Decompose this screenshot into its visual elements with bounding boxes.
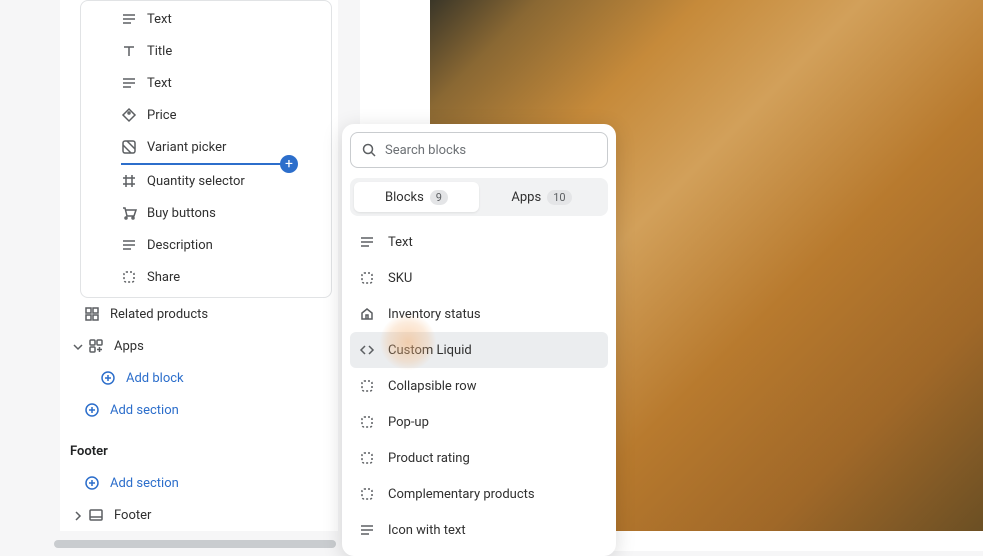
section-label: Apps bbox=[114, 339, 144, 354]
option-custom-liquid[interactable]: Custom Liquid bbox=[350, 332, 608, 368]
insert-plus-icon[interactable]: + bbox=[280, 155, 298, 173]
share-icon bbox=[121, 269, 137, 285]
block-buy-buttons[interactable]: Buy buttons bbox=[81, 197, 331, 229]
option-label: Pop-up bbox=[388, 415, 429, 430]
text-icon bbox=[358, 521, 376, 539]
block-picker-popover: Blocks 9 Apps 10 Text SKU Inventory stat… bbox=[342, 124, 616, 556]
code-icon bbox=[358, 341, 376, 359]
block-text-2[interactable]: Text bbox=[81, 67, 331, 99]
inventory-icon bbox=[358, 305, 376, 323]
option-label: Icon with text bbox=[388, 523, 466, 538]
block-label: Price bbox=[147, 108, 176, 123]
block-label: Title bbox=[147, 44, 172, 59]
block-label: Text bbox=[147, 12, 172, 27]
complementary-icon bbox=[358, 485, 376, 503]
option-label: Complementary products bbox=[388, 487, 535, 502]
option-collapsible-row[interactable]: Collapsible row bbox=[350, 368, 608, 404]
add-block-label: Add block bbox=[126, 371, 184, 386]
add-section-label: Add section bbox=[110, 476, 179, 491]
collapsible-icon bbox=[358, 377, 376, 395]
option-label: Collapsible row bbox=[388, 379, 476, 394]
text-icon bbox=[121, 237, 137, 253]
plus-circle-icon bbox=[84, 402, 100, 418]
option-complementary-products[interactable]: Complementary products bbox=[350, 476, 608, 512]
add-section-label: Add section bbox=[110, 403, 179, 418]
add-section-button[interactable]: Add section bbox=[60, 394, 338, 426]
section-related-products[interactable]: Related products bbox=[60, 298, 338, 330]
option-label: SKU bbox=[388, 271, 412, 286]
horizontal-scrollbar[interactable] bbox=[54, 540, 336, 548]
sku-icon bbox=[358, 269, 376, 287]
add-block-button[interactable]: Add block bbox=[60, 362, 338, 394]
section-apps[interactable]: Apps bbox=[60, 330, 338, 362]
tab-blocks[interactable]: Blocks 9 bbox=[354, 182, 479, 212]
title-icon bbox=[121, 43, 137, 59]
add-section-footer-button[interactable]: Add section bbox=[60, 467, 338, 499]
grid-icon bbox=[84, 306, 100, 322]
section-label: Related products bbox=[110, 307, 208, 322]
cart-icon bbox=[121, 205, 137, 221]
footer-heading: Footer bbox=[60, 426, 338, 467]
tab-label: Blocks bbox=[385, 190, 424, 205]
block-price[interactable]: Price bbox=[81, 99, 331, 131]
option-inventory-status[interactable]: Inventory status bbox=[350, 296, 608, 332]
option-label: Product rating bbox=[388, 451, 470, 466]
plus-circle-icon bbox=[84, 475, 100, 491]
option-label: Inventory status bbox=[388, 307, 481, 322]
block-label: Description bbox=[147, 238, 213, 253]
option-sku[interactable]: SKU bbox=[350, 260, 608, 296]
tab-label: Apps bbox=[511, 190, 541, 205]
rating-icon bbox=[358, 449, 376, 467]
search-input[interactable] bbox=[385, 143, 597, 158]
block-label: Buy buttons bbox=[147, 206, 216, 221]
block-label: Variant picker bbox=[147, 140, 226, 155]
plus-circle-icon bbox=[100, 370, 116, 386]
option-popup[interactable]: Pop-up bbox=[350, 404, 608, 440]
block-label: Text bbox=[147, 76, 172, 91]
apps-icon bbox=[88, 338, 104, 354]
block-label: Quantity selector bbox=[147, 174, 245, 189]
popup-icon bbox=[358, 413, 376, 431]
block-description[interactable]: Description bbox=[81, 229, 331, 261]
option-product-rating[interactable]: Product rating bbox=[350, 440, 608, 476]
text-icon bbox=[358, 233, 376, 251]
text-icon bbox=[121, 11, 137, 27]
price-icon bbox=[121, 107, 137, 123]
tab-count: 10 bbox=[547, 190, 571, 205]
text-icon bbox=[121, 75, 137, 91]
block-title[interactable]: Title bbox=[81, 35, 331, 67]
option-label: Text bbox=[388, 235, 413, 250]
variant-icon bbox=[121, 139, 137, 155]
footer-icon bbox=[88, 507, 104, 523]
chevron-right-icon bbox=[70, 508, 84, 522]
search-field[interactable] bbox=[350, 132, 608, 168]
product-info-group: Text Title Text Price Variant picker + Q… bbox=[80, 0, 332, 298]
sections-sidebar: Text Title Text Price Variant picker + Q… bbox=[60, 0, 338, 531]
option-label: Custom Liquid bbox=[388, 343, 472, 358]
insertion-indicator: + bbox=[121, 163, 289, 165]
option-icon-with-text[interactable]: Icon with text bbox=[350, 512, 608, 548]
block-text[interactable]: Text bbox=[81, 3, 331, 35]
option-text[interactable]: Text bbox=[350, 224, 608, 260]
section-label: Footer bbox=[114, 508, 151, 523]
block-label: Share bbox=[147, 270, 180, 285]
search-icon bbox=[361, 142, 377, 158]
section-footer[interactable]: Footer bbox=[60, 499, 338, 531]
tab-count: 9 bbox=[430, 190, 448, 205]
block-tabs: Blocks 9 Apps 10 bbox=[350, 178, 608, 216]
block-share[interactable]: Share bbox=[81, 261, 331, 293]
chevron-down-icon bbox=[70, 339, 84, 353]
tab-apps[interactable]: Apps 10 bbox=[479, 182, 604, 212]
hash-icon bbox=[121, 173, 137, 189]
